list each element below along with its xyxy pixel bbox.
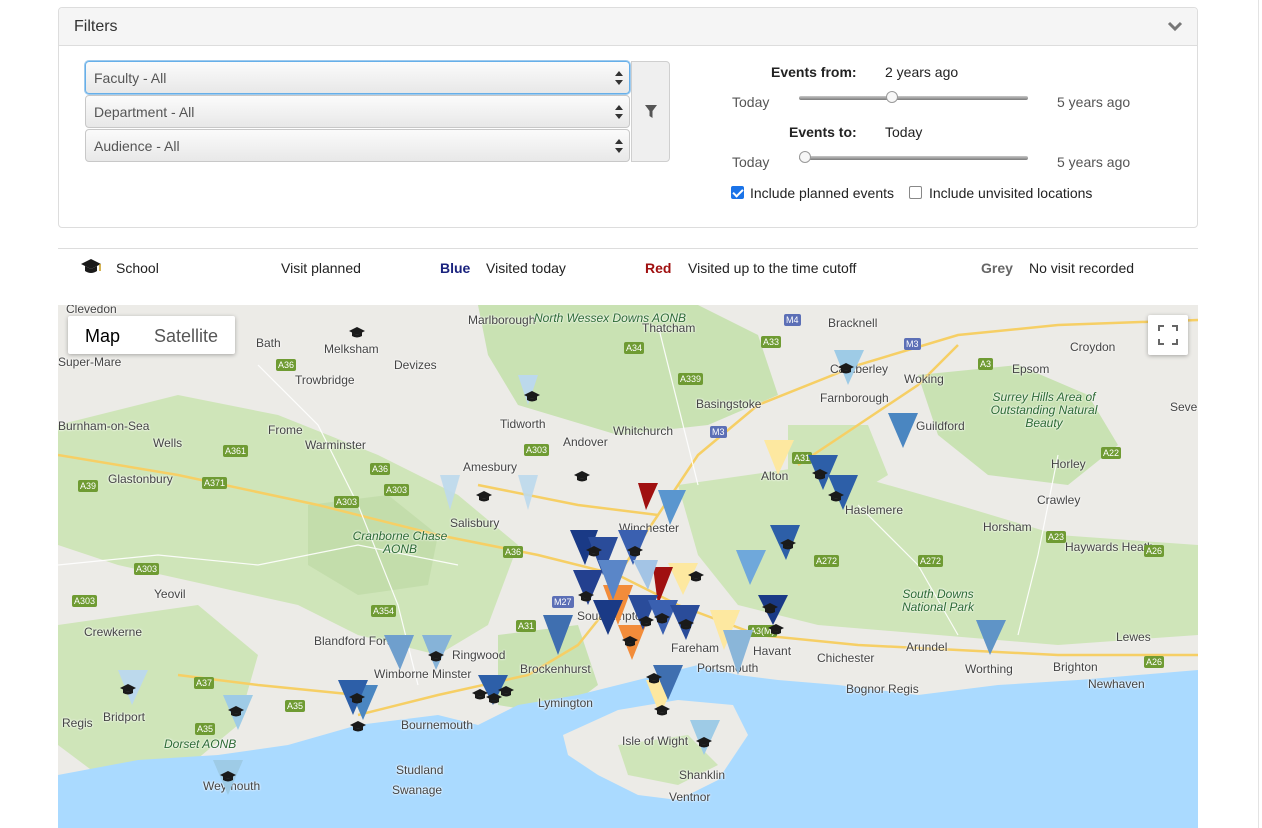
legend-school-label: School — [116, 260, 159, 276]
events-from-max: 5 years ago — [1057, 94, 1131, 110]
department-select[interactable]: Department - All — [85, 95, 630, 128]
select-arrows-icon — [615, 71, 623, 85]
map-type-control: Map Satellite — [68, 316, 236, 354]
audience-select[interactable]: Audience - All — [85, 129, 630, 162]
markers-layer — [118, 327, 1006, 795]
apply-filter-button[interactable] — [631, 61, 670, 162]
events-to-max: 5 years ago — [1057, 154, 1131, 170]
audience-select-value: Audience - All — [94, 138, 180, 154]
include-planned-checkbox[interactable] — [731, 186, 744, 199]
legend-red-label: Visited up to the time cutoff — [688, 260, 857, 276]
filters-panel: Filters Faculty - All Department - All A… — [58, 7, 1198, 228]
events-to-slider-handle[interactable] — [799, 151, 811, 163]
events-to-label: Events to: — [789, 124, 857, 140]
legend-grey-key: Grey — [981, 260, 1013, 276]
include-planned-label[interactable]: Include planned events — [750, 185, 894, 201]
legend-grey-label: No visit recorded — [1029, 260, 1135, 276]
visit-markers — [118, 327, 1006, 795]
events-to-value: Today — [885, 124, 923, 140]
events-to-slider[interactable] — [799, 151, 1028, 163]
include-unvisited-checkbox[interactable] — [909, 186, 922, 199]
funnel-icon — [645, 105, 657, 118]
events-to-min: Today — [732, 154, 770, 170]
events-from-label: Events from: — [771, 64, 857, 80]
legend-planned-label: Visit planned — [281, 260, 361, 276]
filter-selects: Faculty - All Department - All Audience … — [85, 61, 630, 163]
fullscreen-button[interactable] — [1148, 315, 1188, 355]
select-arrows-icon — [615, 139, 623, 153]
department-select-value: Department - All — [94, 104, 195, 120]
map-type-map-button[interactable]: Map — [68, 316, 137, 354]
google-map[interactable]: Clevedon Marlborough Bracknell Bath Melk… — [58, 305, 1198, 828]
fullscreen-icon — [1158, 325, 1178, 345]
events-from-value: 2 years ago — [885, 64, 959, 80]
events-from-min: Today — [732, 94, 770, 110]
filters-title: Filters — [74, 18, 118, 35]
events-from-slider-handle[interactable] — [885, 91, 898, 103]
filters-heading[interactable]: Filters — [59, 8, 1197, 46]
select-arrows-icon — [615, 105, 623, 119]
legend-red-key: Red — [645, 260, 672, 276]
faculty-select-value: Faculty - All — [94, 70, 167, 86]
page-edge-rule — [1258, 0, 1259, 828]
chevron-down-icon[interactable] — [1167, 19, 1183, 33]
events-from-slider[interactable] — [799, 91, 1028, 103]
faculty-select[interactable]: Faculty - All — [85, 61, 630, 94]
map-type-satellite-button[interactable]: Satellite — [137, 316, 235, 354]
legend-blue-key: Blue — [440, 260, 471, 276]
map-legend: School Visit planned Blue Visited today … — [58, 248, 1198, 288]
include-unvisited-label[interactable]: Include unvisited locations — [929, 185, 1092, 201]
legend-blue-label: Visited today — [486, 260, 566, 276]
graduation-cap-icon — [81, 259, 101, 273]
